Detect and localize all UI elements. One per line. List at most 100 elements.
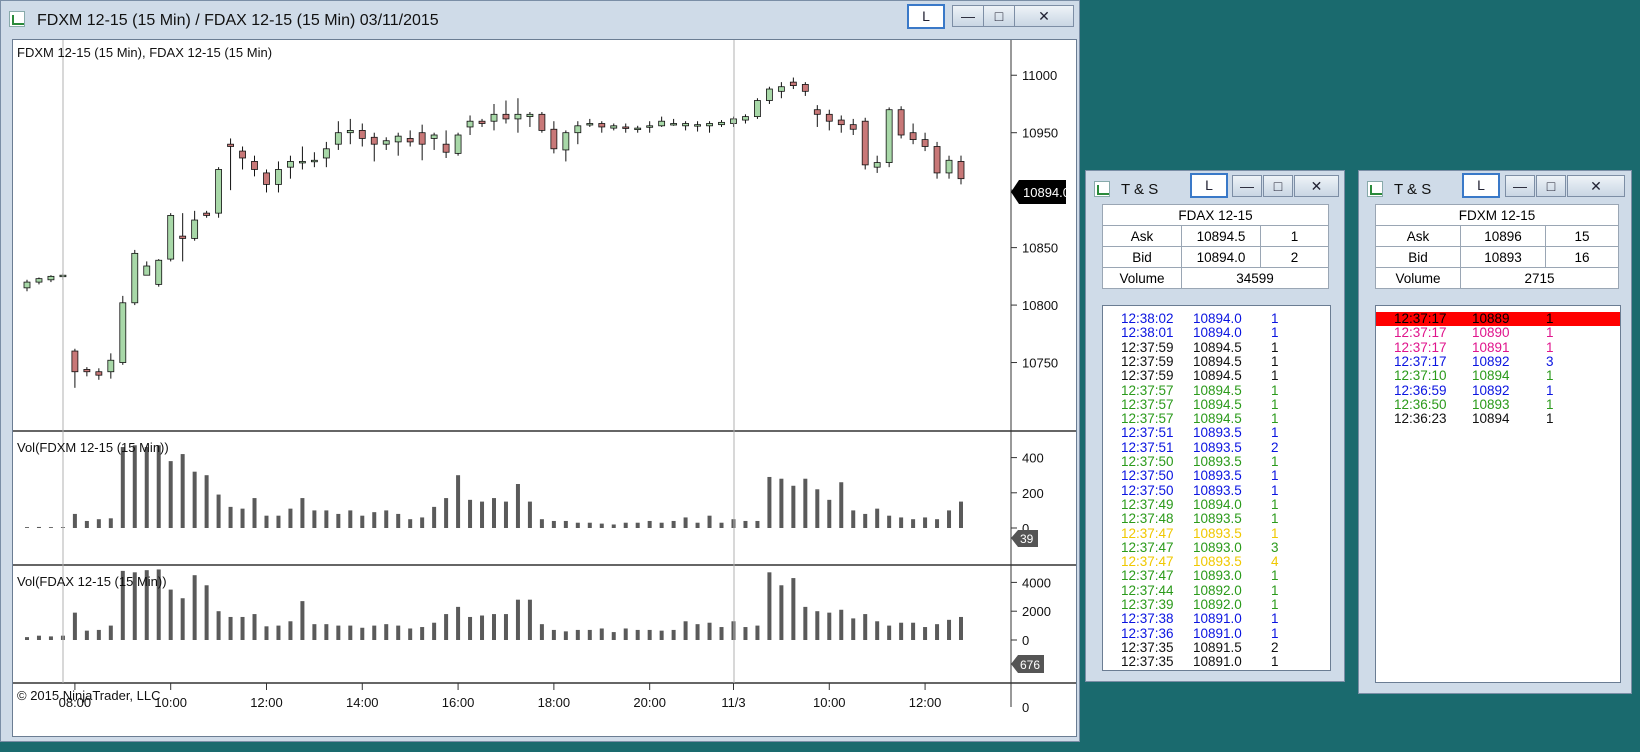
maximize-button[interactable]: □: [983, 5, 1015, 27]
candle-body: [287, 161, 294, 168]
ts-trade-time: 12:36:23: [1394, 411, 1447, 427]
candle: [777, 82, 785, 99]
ts-trade-size: 1: [1546, 325, 1554, 341]
vol1-bar: [923, 517, 928, 528]
candle-body: [777, 86, 785, 92]
ts-trade-time: 12:37:57: [1121, 411, 1174, 427]
candle-body: [119, 302, 127, 363]
x-axis-tick: 10:00: [154, 695, 187, 710]
vol2-bar: [539, 624, 544, 640]
ts-trade-row: 12:36:50 10893 1: [1376, 397, 1620, 412]
candle: [634, 125, 642, 133]
minimize-button[interactable]: —: [952, 5, 984, 27]
ts-fdxm-bid-price: 10893: [1460, 246, 1546, 268]
last-price-marker: 10894.0: [1011, 180, 1070, 204]
ts-fdax-instrument: FDAX 12-15: [1102, 204, 1329, 226]
candle-body: [562, 132, 570, 151]
ts-trade-row: 12:37:47 10893.0 3: [1103, 540, 1330, 555]
vol1-bar: [647, 520, 652, 528]
ts-trade-row: 12:37:59 10894.5 1: [1103, 340, 1330, 355]
chart-app-icon: [9, 11, 25, 27]
candle-body: [550, 128, 558, 150]
vol1-bar: [527, 501, 532, 528]
close-button[interactable]: ✕: [1014, 5, 1074, 27]
vol1-bar: [539, 519, 544, 528]
candle: [562, 130, 570, 162]
candle: [83, 367, 91, 377]
ts-trade-price: 10890: [1472, 325, 1510, 341]
ts-fdxm-minimize-button[interactable]: —: [1505, 175, 1535, 197]
ts-trade-row: 12:37:38 10891.0 1: [1103, 612, 1330, 626]
candle: [478, 118, 486, 127]
ts-trade-row: 12:37:47 10893.5 4: [1103, 555, 1330, 569]
candle-body: [35, 278, 43, 283]
ts-fdxm-trade-list[interactable]: 12:37:17 10889 1 12:37:17 10890 1 12:37:17 1089…: [1375, 305, 1621, 683]
ts-fdax-link-button[interactable]: L: [1190, 173, 1228, 198]
vol2-bar: [635, 629, 640, 640]
candle: [191, 210, 199, 241]
ts-trade-time: 12:37:59: [1121, 368, 1174, 384]
vol1-bar: [156, 445, 161, 528]
ts-fdax-trade-list[interactable]: 12:38:02 10894.0 1 12:38:01 10894.0 1 12:37:59…: [1102, 305, 1331, 671]
ts-trade-price: 10891.0: [1193, 654, 1242, 670]
candle-body: [382, 140, 390, 145]
vol2-bar: [815, 611, 820, 640]
time-sales-window-fdax[interactable]: T & S L — □ ✕ FDAX 12-15 Ask 10894.5 1 B…: [1085, 170, 1345, 682]
vol1-bar: [216, 494, 221, 528]
vol2-bar: [935, 624, 940, 640]
ts-fdxm-ask-price: 10896: [1460, 225, 1546, 247]
ts-fdax-minimize-button[interactable]: —: [1232, 175, 1262, 197]
vol1-bar: [108, 518, 113, 528]
candle: [155, 259, 163, 287]
ts-fdax-close-button[interactable]: ✕: [1294, 175, 1339, 197]
vol1-bar: [228, 506, 233, 528]
ts-trade-price: 10893.5: [1193, 425, 1242, 441]
chart-canvas[interactable]: FDXM 12-15 (15 Min), FDAX 12-15 (15 Min)…: [13, 40, 1076, 736]
ts-trade-row: 12:37:47 10893.0 1: [1103, 569, 1330, 583]
candle-body: [514, 113, 522, 120]
candle: [275, 161, 282, 193]
chart-window[interactable]: FDXM 12-15 (15 Min) / FDAX 12-15 (15 Min…: [0, 0, 1080, 742]
ts-fdax-volume: 34599: [1181, 267, 1329, 289]
candle-body: [957, 161, 965, 180]
x-axis-tick: 12:00: [909, 695, 942, 710]
vol1-bar: [935, 519, 940, 528]
vol2-bar: [264, 626, 269, 640]
ts-fdxm-close-button[interactable]: ✕: [1567, 175, 1625, 197]
candle-body: [71, 350, 79, 373]
time-sales-window-fdxm[interactable]: T & S L — □ ✕ FDXM 12-15 Ask 10896 15 Bi…: [1358, 170, 1632, 694]
chart-titlebar[interactable]: FDXM 12-15 (15 Min) / FDAX 12-15 (15 Min…: [1, 1, 1079, 35]
ts-fdxm-title: T & S: [1394, 181, 1432, 198]
vol1-bar: [276, 515, 281, 528]
candle: [71, 348, 79, 388]
candle-body: [227, 143, 234, 147]
vol2-panel-label: Vol(FDAX 12-15 (15 Min)): [17, 574, 167, 589]
ts-trade-row: 12:37:50 10893.5 1: [1103, 469, 1330, 483]
ts-trade-size: 1: [1546, 368, 1554, 384]
candle: [646, 121, 654, 133]
vol1-y-tick: 200: [1022, 486, 1044, 501]
candle-body: [538, 113, 546, 131]
ts-trade-time: 12:38:02: [1121, 311, 1174, 326]
candle: [203, 210, 211, 218]
ts-fdax-maximize-button[interactable]: □: [1263, 175, 1293, 197]
ts-trade-row: 12:37:17 10891 1: [1376, 340, 1620, 355]
ts-fdxm-maximize-button[interactable]: □: [1536, 175, 1566, 197]
ts-fdax-titlebar[interactable]: T & S L — □ ✕: [1086, 171, 1344, 205]
candle-body: [670, 123, 678, 126]
ts-trade-row: 12:37:49 10894.0 1: [1103, 497, 1330, 512]
ts-fdxm-titlebar[interactable]: T & S L — □ ✕: [1359, 171, 1631, 205]
ts-fdxm-link-button[interactable]: L: [1462, 173, 1500, 198]
candle-body: [263, 172, 270, 185]
ts-trade-time: 12:37:50: [1121, 468, 1174, 484]
chart-area[interactable]: FDXM 12-15 (15 Min), FDAX 12-15 (15 Min)…: [12, 39, 1077, 737]
candle-body: [622, 126, 630, 129]
candle-body: [83, 369, 91, 373]
vol1-bar: [492, 498, 496, 528]
candle-body: [346, 130, 354, 134]
ts-trade-price: 10894.0: [1193, 311, 1242, 326]
ts-trade-time: 12:37:35: [1121, 639, 1174, 655]
link-button[interactable]: L: [907, 4, 945, 29]
ts-trade-time: 12:37:47: [1121, 568, 1174, 584]
candle: [670, 118, 678, 126]
